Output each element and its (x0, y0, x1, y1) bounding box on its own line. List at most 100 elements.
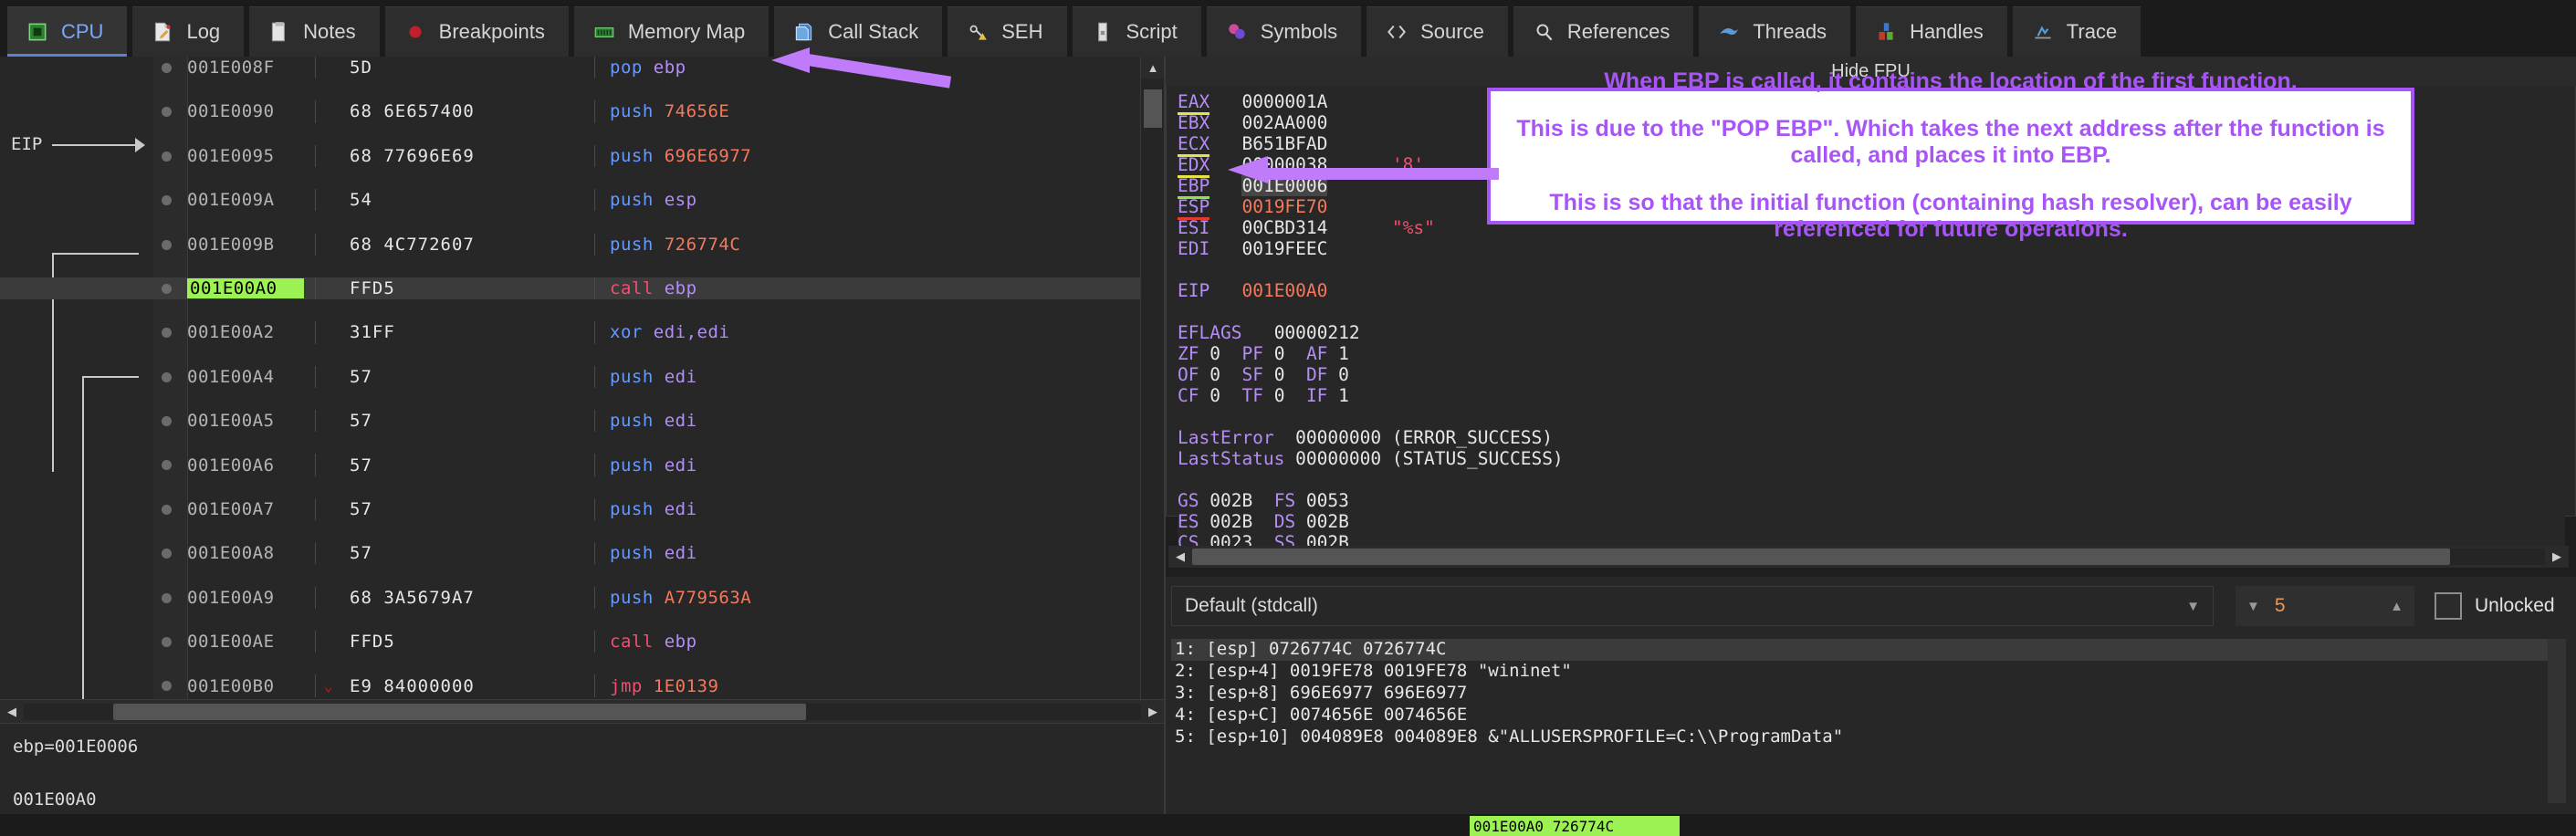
flag-value[interactable]: 0 (1274, 364, 1285, 385)
tab-memory-map[interactable]: Memory Map (574, 6, 769, 57)
argument-row[interactable]: 3: [esp+8] 696E6977 696E6977 (1171, 683, 2566, 705)
disassembly-pane[interactable]: EIP 001E008F5Dpop ebp001E009068 6E657400… (0, 57, 1165, 723)
column-separator-2 (594, 321, 595, 343)
unlocked-checkbox[interactable] (2435, 592, 2462, 620)
tab-references[interactable]: References (1513, 6, 1694, 57)
tab-symbols[interactable]: Symbols (1207, 6, 1361, 57)
breakpoint-dot-icon[interactable] (162, 284, 172, 294)
breakpoint-dot-icon[interactable] (162, 460, 172, 470)
register-horizontal-scrollbar[interactable]: ◀ ▶ (1168, 546, 2569, 568)
horizontal-scroll-thumb[interactable] (113, 704, 806, 720)
column-separator (315, 498, 316, 520)
column-separator-2 (594, 57, 595, 78)
tab-notes[interactable]: Notes (249, 6, 379, 57)
vertical-scroll-track[interactable] (1141, 78, 1165, 701)
flag-value[interactable]: 1 (1338, 343, 1349, 364)
register-name: ESI (1178, 217, 1209, 238)
column-separator-2 (594, 366, 595, 388)
chevron-up-icon-spinner[interactable]: ▲ (2390, 599, 2403, 614)
disassembly-row[interactable]: 001E00A231FFxor edi,edi (0, 321, 1164, 343)
disassembly-row[interactable]: 001E00A757push edi (0, 498, 1164, 520)
flag-value[interactable]: 0 (1209, 364, 1220, 385)
tab-threads[interactable]: Threads (1699, 6, 1850, 57)
register-value[interactable]: 0000001A (1241, 91, 1327, 112)
register-scroll-left-icon[interactable]: ◀ (1168, 546, 1192, 568)
calling-convention-dropdown[interactable]: Default (stdcall) ▼ (1171, 586, 2214, 626)
flag-value[interactable]: 0 (1274, 385, 1285, 406)
breakpoint-dot-icon[interactable] (162, 637, 172, 647)
vertical-scroll-thumb[interactable] (1144, 89, 1162, 128)
tab-source[interactable]: Source (1367, 6, 1508, 57)
disassembly-row[interactable]: 001E00A857push edi (0, 542, 1164, 564)
register-scroll-right-icon[interactable]: ▶ (2545, 546, 2569, 568)
disassembly-vertical-scrollbar[interactable]: ▲ ▼ (1140, 57, 1164, 723)
register-value[interactable]: B651BFAD (1241, 133, 1327, 154)
tab-seh[interactable]: SEH (948, 6, 1066, 57)
segment-name-2: FS (1274, 490, 1295, 511)
unlocked-checkbox-group[interactable]: Unlocked (2435, 592, 2555, 620)
tab-breakpoints[interactable]: Breakpoints (385, 6, 569, 57)
register-value[interactable]: 002AA000 (1241, 112, 1327, 133)
disassembly-row[interactable]: 001E00A457push edi (0, 366, 1164, 388)
argument-row[interactable]: 1: [esp] 0726774C 0726774C (1171, 639, 2566, 661)
flag-value[interactable]: 1 (1338, 385, 1349, 406)
argument-count-spinner[interactable]: ▼ 5 ▲ (2236, 586, 2414, 626)
arguments-scrollbar[interactable] (2548, 639, 2566, 803)
breakpoint-dot-icon[interactable] (162, 593, 172, 603)
register-value[interactable]: 0019FE70 (1241, 196, 1327, 217)
disassembly-row[interactable]: 001E009568 77696E69push 696E6977 (0, 145, 1164, 167)
breakpoint-dot-icon[interactable] (162, 416, 172, 426)
register-scroll-thumb[interactable] (1192, 549, 2450, 565)
instruction-address: 001E00A0 (187, 278, 304, 298)
tab-log[interactable]: Log (132, 6, 244, 57)
breakpoint-dot-icon[interactable] (162, 152, 172, 162)
breakpoint-dot-icon[interactable] (162, 328, 172, 338)
argument-slot: [esp+C] (1206, 705, 1279, 725)
disassembly-row[interactable]: 001E00B0⌄E9 84000000jmp 1E0139 (0, 674, 1164, 696)
breakpoint-dot-icon[interactable] (162, 107, 172, 117)
scroll-right-icon[interactable]: ▶ (1141, 701, 1165, 723)
breakpoint-dot-icon[interactable] (162, 63, 172, 73)
breakpoint-dot-icon[interactable] (162, 195, 172, 205)
instruction-mnemonic: push (610, 190, 654, 210)
argument-row[interactable]: 2: [esp+4] 0019FE78 0019FE78 "wininet" (1171, 661, 2566, 683)
disassembly-row[interactable]: 001E00A657push edi (0, 454, 1164, 475)
scroll-left-icon[interactable]: ◀ (0, 701, 24, 723)
tab-handles[interactable]: Handles (1856, 6, 2007, 57)
disassembly-row[interactable]: 001E00A557push edi (0, 410, 1164, 432)
flag-value[interactable]: 0 (1338, 364, 1349, 385)
instruction-operand: esp (654, 190, 697, 210)
tab-script[interactable]: Script (1073, 6, 1201, 57)
disassembly-horizontal-scrollbar[interactable]: ◀ ▶ (0, 699, 1165, 723)
disassembly-row[interactable]: 001E00A0FFD5call ebp (0, 277, 1164, 299)
breakpoint-dot-icon[interactable] (162, 372, 172, 382)
disassembly-row[interactable]: 001E009A54push esp (0, 189, 1164, 211)
disassembly-row[interactable]: 001E00A968 3A5679A7push A779563A (0, 587, 1164, 609)
chevron-down-icon-spinner[interactable]: ▼ (2246, 599, 2260, 614)
argument-row-list[interactable]: 1: [esp] 0726774C 0726774C2: [esp+4] 001… (1171, 639, 2566, 803)
flag-value[interactable]: 0 (1209, 385, 1220, 406)
register-value[interactable]: 0019FEEC (1241, 238, 1327, 259)
register-value[interactable]: 00CBD314 (1241, 217, 1327, 238)
breakpoint-dot-icon[interactable] (162, 549, 172, 559)
disassembly-row[interactable]: 001E009068 6E657400push 74656E (0, 100, 1164, 122)
flag-value[interactable]: 0 (1209, 343, 1220, 364)
tab-trace[interactable]: Trace (2013, 6, 2141, 57)
scroll-up-icon[interactable]: ▲ (1141, 57, 1165, 78)
breakpoint-dot-icon[interactable] (162, 681, 172, 691)
disassembly-row[interactable]: 001E009B68 4C772607push 726774C (0, 234, 1164, 256)
disassembly-row[interactable]: 001E008F5Dpop ebp (0, 57, 1164, 78)
disassembly-row[interactable]: 001E00AEFFD5call ebp (0, 631, 1164, 653)
disassembly-row-list[interactable]: 001E008F5Dpop ebp 001E009068 6E657400push… (0, 57, 1164, 719)
breakpoint-dot-icon[interactable] (162, 505, 172, 515)
tab-cpu[interactable]: CPU (7, 6, 127, 57)
flag-value[interactable]: 0 (1274, 343, 1285, 364)
chevron-down-icon[interactable]: ▼ (2186, 599, 2200, 614)
instruction-address: 001E008F (187, 57, 306, 78)
instruction-address: 001E009B (187, 235, 306, 255)
horizontal-scroll-track[interactable] (24, 704, 1141, 720)
register-scroll-track[interactable] (1192, 549, 2545, 565)
argument-row[interactable]: 5: [esp+10] 004089E8 004089E8 &"ALLUSERS… (1171, 726, 2566, 748)
breakpoint-dot-icon[interactable] (162, 240, 172, 250)
argument-row[interactable]: 4: [esp+C] 0074656E 0074656E (1171, 705, 2566, 726)
